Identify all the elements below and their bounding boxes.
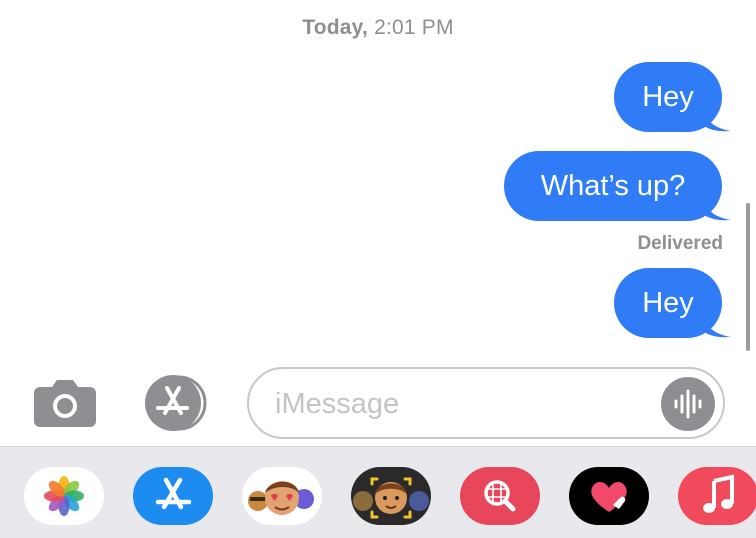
message-input-container[interactable] — [247, 367, 725, 439]
apps-button[interactable] — [139, 375, 215, 431]
app-drawer — [0, 446, 756, 538]
bubble-tail-icon — [703, 106, 731, 132]
photos-icon — [44, 476, 84, 516]
audio-waveform-icon — [674, 389, 702, 419]
app-photos[interactable] — [24, 467, 104, 525]
camera-button[interactable] — [32, 377, 98, 429]
app-images-search[interactable] — [460, 467, 540, 525]
timestamp-time: 2:01 PM — [374, 16, 454, 39]
music-note-icon — [703, 474, 734, 513]
outgoing-message-bubble[interactable]: What’s up? — [504, 151, 731, 221]
message-text: What’s up? — [540, 170, 686, 202]
bubble-tail-icon — [703, 195, 731, 221]
timestamp-day: Today, — [302, 16, 369, 39]
message-input[interactable] — [273, 379, 657, 429]
app-animoji[interactable] — [351, 467, 431, 525]
memoji-stickers-icon — [248, 481, 314, 515]
message-text: Hey — [642, 81, 694, 113]
animoji-icon — [353, 477, 429, 519]
app-store-icon — [145, 375, 207, 431]
app-store[interactable] — [133, 467, 213, 525]
camera-icon — [34, 380, 96, 427]
outgoing-message-bubble[interactable]: Hey — [614, 268, 731, 338]
app-digital-touch[interactable] — [569, 467, 649, 525]
message-text: Hey — [642, 287, 694, 319]
app-store-icon — [155, 477, 192, 510]
audio-message-button[interactable] — [661, 377, 715, 431]
conversation-timestamp: Today, 2:01 PM — [0, 16, 756, 40]
app-music[interactable] — [678, 467, 756, 525]
scrollbar[interactable] — [746, 203, 750, 351]
image-search-icon — [484, 480, 516, 512]
app-memoji-stickers[interactable] — [242, 467, 322, 525]
digital-touch-icon — [591, 482, 627, 512]
bubble-tail-icon — [703, 312, 731, 338]
delivery-status: Delivered — [637, 233, 723, 254]
outgoing-message-bubble[interactable]: Hey — [614, 62, 731, 132]
